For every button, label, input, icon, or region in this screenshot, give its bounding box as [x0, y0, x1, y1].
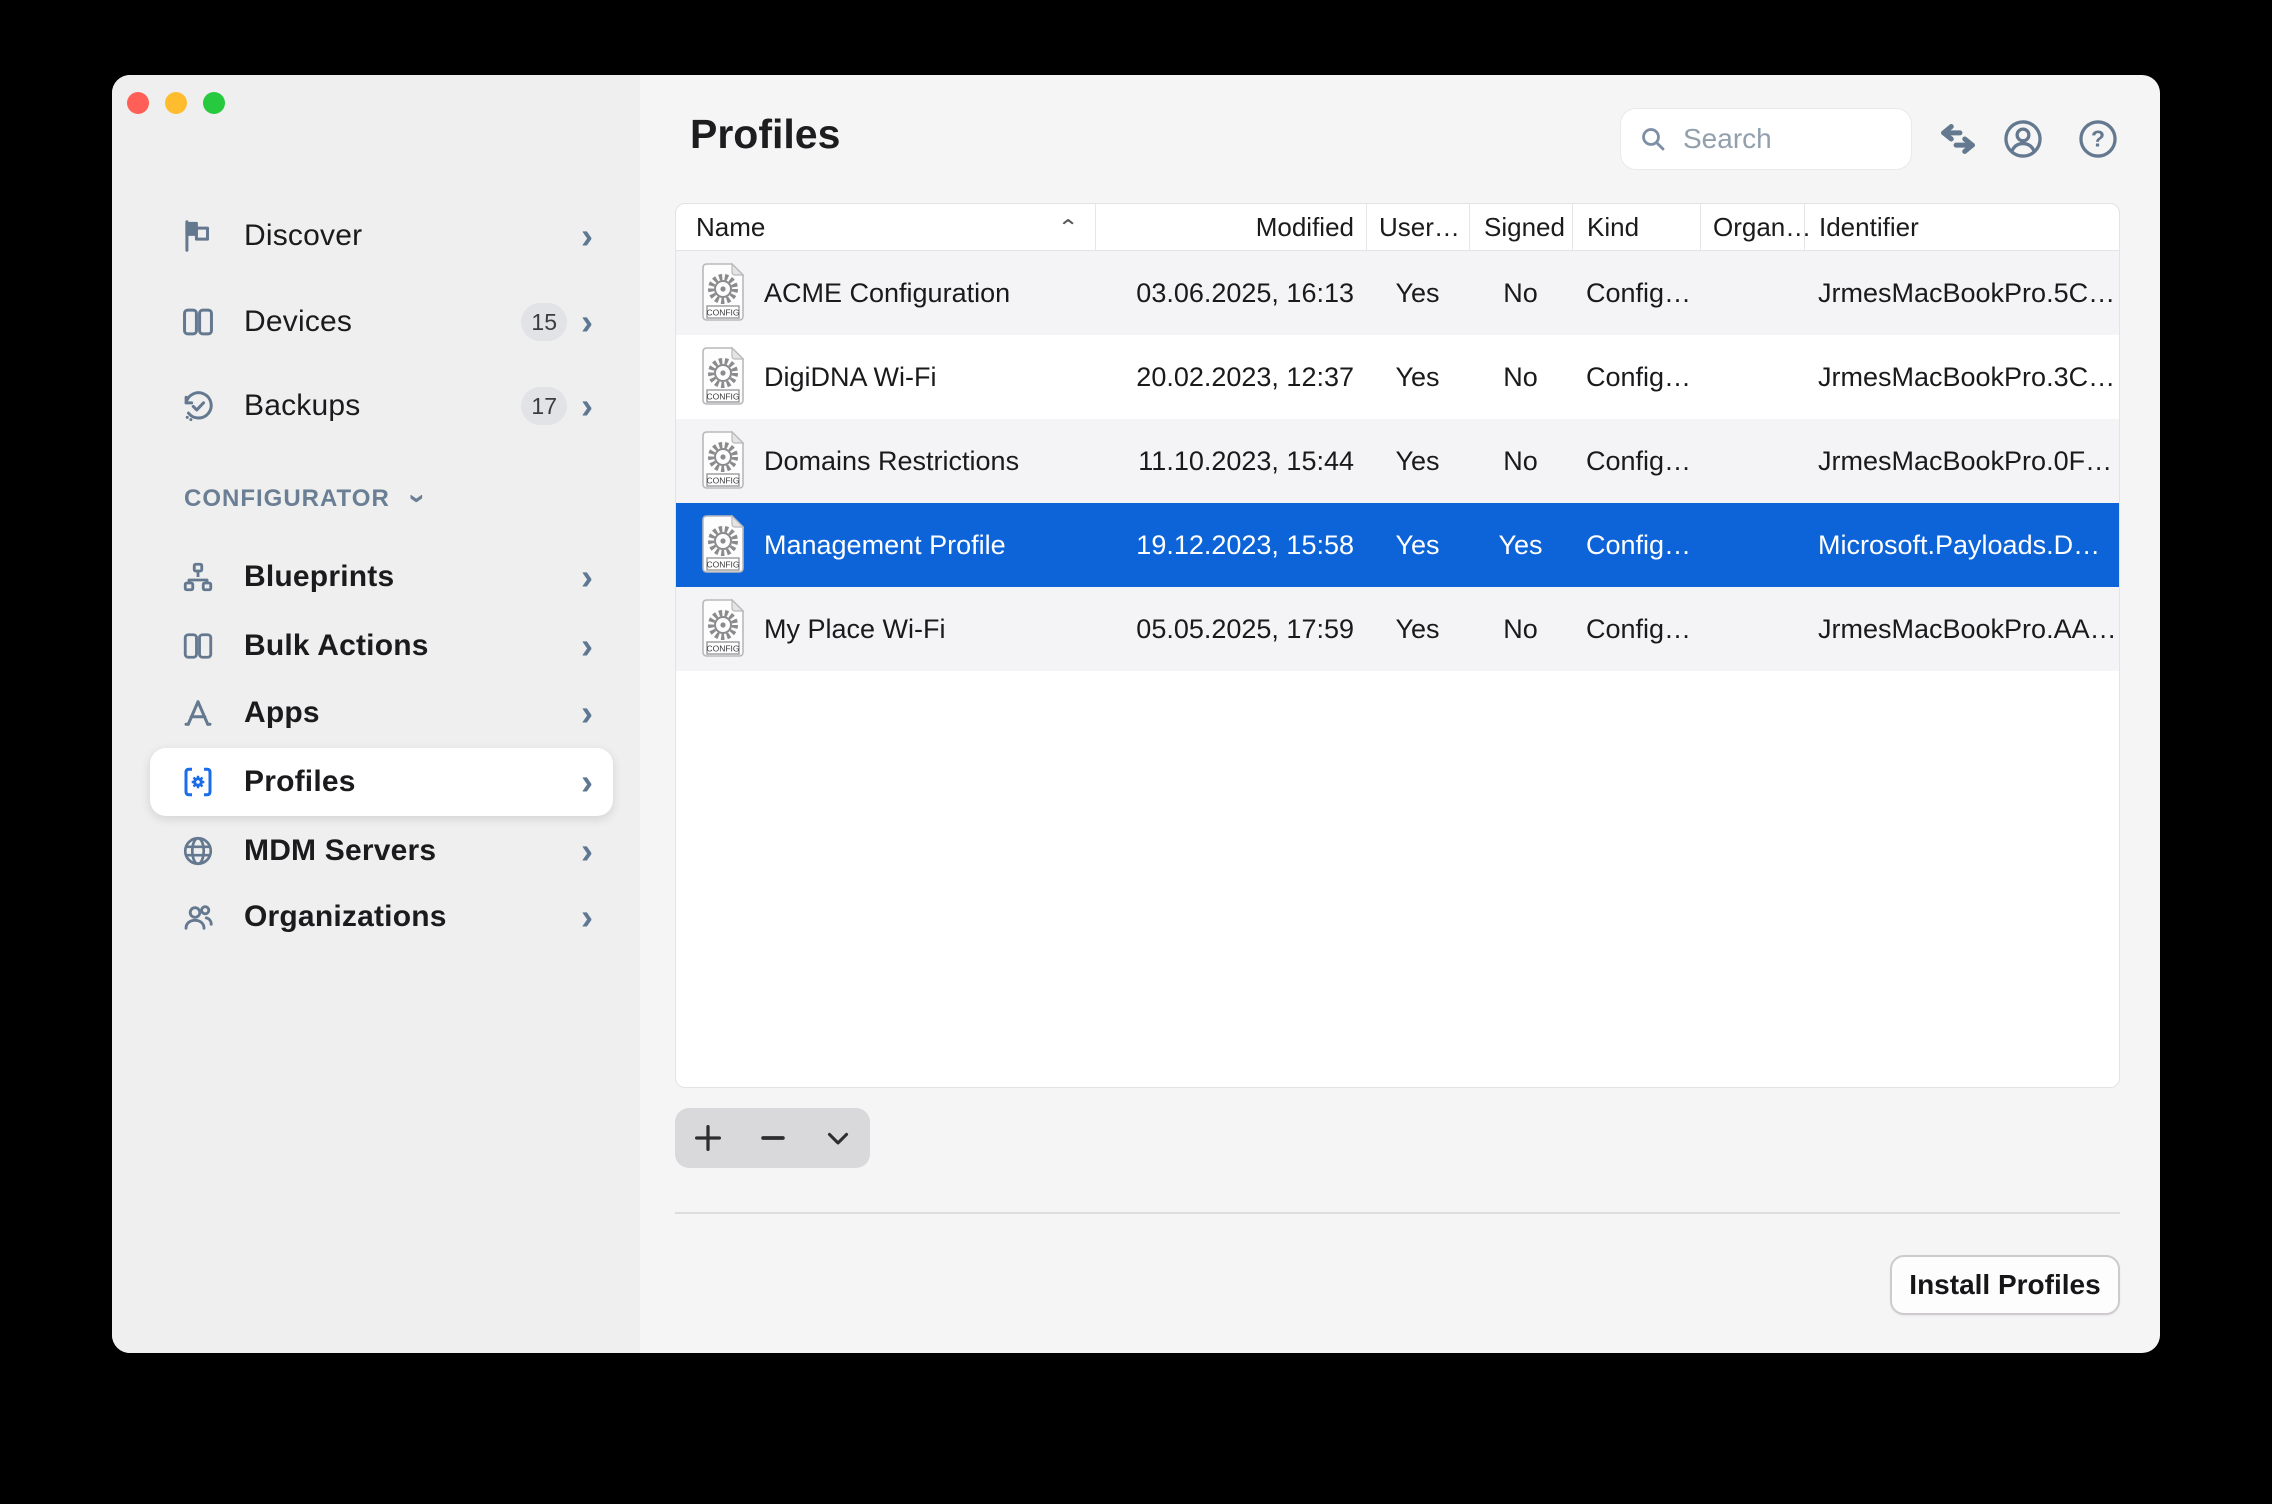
plus-icon	[691, 1121, 725, 1155]
config-profile-icon	[699, 430, 747, 492]
minimize-button[interactable]	[165, 92, 187, 114]
zoom-button[interactable]	[203, 92, 225, 114]
sidebar: Discover › Devices 15 › Backups 17 › CON…	[112, 75, 640, 1353]
sidebar-item-label: Devices	[244, 305, 352, 339]
chevron-right-icon: ›	[581, 304, 593, 340]
chevron-right-icon: ›	[581, 218, 593, 254]
search-input[interactable]	[1683, 123, 1895, 155]
chevron-right-icon: ›	[581, 388, 593, 424]
column-header-user[interactable]: User…	[1366, 204, 1469, 250]
install-profiles-button[interactable]: Install Profiles	[1890, 1255, 2120, 1315]
chevron-down-icon: ›	[400, 494, 434, 505]
app-window: Discover › Devices 15 › Backups 17 › CON…	[112, 75, 2160, 1353]
sidebar-item-organizations[interactable]: Organizations ›	[150, 883, 613, 951]
table-row-selected[interactable]: Management Profile 19.12.2023, 15:58 Yes…	[676, 503, 2119, 587]
sidebar-item-devices[interactable]: Devices 15 ›	[150, 288, 613, 356]
column-header-organization[interactable]: Organ…	[1700, 204, 1804, 250]
sidebar-item-bulk-actions[interactable]: Bulk Actions ›	[150, 612, 613, 680]
column-header-modified[interactable]: Modified	[1095, 204, 1366, 250]
people-icon	[178, 897, 218, 937]
chevron-right-icon: ›	[581, 559, 593, 595]
column-header-kind[interactable]: Kind	[1572, 204, 1700, 250]
sidebar-item-label: Apps	[244, 696, 320, 730]
table-row[interactable]: ACME Configuration 03.06.2025, 16:13 Yes…	[676, 251, 2119, 335]
table-header: Name ⌃ Modified User… Signed Kind Organ……	[676, 204, 2119, 251]
chevron-right-icon: ›	[581, 764, 593, 800]
sidebar-item-mdm-servers[interactable]: MDM Servers ›	[150, 817, 613, 885]
sidebar-item-apps[interactable]: Apps ›	[150, 679, 613, 747]
account-icon[interactable]	[2000, 116, 2046, 162]
sort-ascending-icon: ⌃	[1057, 215, 1079, 240]
list-edit-toolbar	[675, 1108, 870, 1168]
sidebar-item-backups[interactable]: Backups 17 ›	[150, 372, 613, 440]
sidebar-item-label: Backups	[244, 389, 360, 423]
devices-icon	[178, 302, 218, 342]
configurator-section-header[interactable]: CONFIGURATOR ›	[184, 479, 423, 519]
table-row[interactable]: Domains Restrictions 11.10.2023, 15:44 Y…	[676, 419, 2119, 503]
sidebar-item-discover[interactable]: Discover ›	[150, 202, 613, 270]
minus-icon	[756, 1121, 790, 1155]
app-store-icon	[178, 693, 218, 733]
footer-divider	[675, 1212, 2120, 1214]
config-profile-icon	[699, 598, 747, 660]
backup-sync-icon	[178, 386, 218, 426]
close-button[interactable]	[127, 92, 149, 114]
sidebar-item-label: Blueprints	[244, 560, 394, 594]
add-profile-button[interactable]	[675, 1108, 740, 1168]
backups-count-badge: 17	[521, 387, 567, 425]
chevron-right-icon: ›	[581, 695, 593, 731]
sidebar-item-blueprints[interactable]: Blueprints ›	[150, 543, 613, 611]
chevron-down-icon	[821, 1121, 855, 1155]
profiles-table: Name ⌃ Modified User… Signed Kind Organ……	[675, 203, 2120, 1088]
sidebar-item-label: MDM Servers	[244, 834, 436, 868]
globe-icon	[178, 831, 218, 871]
config-profile-icon	[699, 262, 747, 324]
table-row[interactable]: DigiDNA Wi-Fi 20.02.2023, 12:37 Yes No C…	[676, 335, 2119, 419]
chevron-right-icon: ›	[581, 899, 593, 935]
sidebar-item-label: Bulk Actions	[244, 629, 429, 663]
window-controls	[127, 92, 225, 114]
page-title: Profiles	[690, 111, 840, 158]
devices-count-badge: 15	[521, 303, 567, 341]
help-icon[interactable]: ?	[2075, 116, 2121, 162]
transfer-arrows-icon[interactable]	[1935, 116, 1981, 162]
section-label: CONFIGURATOR	[184, 485, 390, 513]
more-actions-button[interactable]	[805, 1108, 870, 1168]
column-header-identifier[interactable]: Identifier	[1804, 204, 2119, 250]
config-profile-icon	[699, 514, 747, 576]
org-chart-icon	[178, 557, 218, 597]
chevron-right-icon: ›	[581, 833, 593, 869]
search-icon	[1637, 123, 1669, 155]
svg-text:?: ?	[2091, 126, 2105, 152]
column-header-signed[interactable]: Signed	[1469, 204, 1572, 250]
sidebar-item-label: Discover	[244, 219, 362, 253]
remove-profile-button[interactable]	[740, 1108, 805, 1168]
sidebar-item-label: Profiles	[244, 765, 356, 799]
table-row[interactable]: My Place Wi-Fi 05.05.2025, 17:59 Yes No …	[676, 587, 2119, 671]
flag-icon	[178, 216, 218, 256]
search-box	[1620, 108, 1912, 170]
chevron-right-icon: ›	[581, 628, 593, 664]
config-profile-icon	[699, 346, 747, 408]
column-header-name[interactable]: Name ⌃	[676, 204, 1095, 250]
sidebar-item-profiles[interactable]: Profiles ›	[150, 748, 613, 816]
sidebar-item-label: Organizations	[244, 900, 447, 934]
profile-gear-icon	[178, 762, 218, 802]
two-devices-icon	[178, 626, 218, 666]
